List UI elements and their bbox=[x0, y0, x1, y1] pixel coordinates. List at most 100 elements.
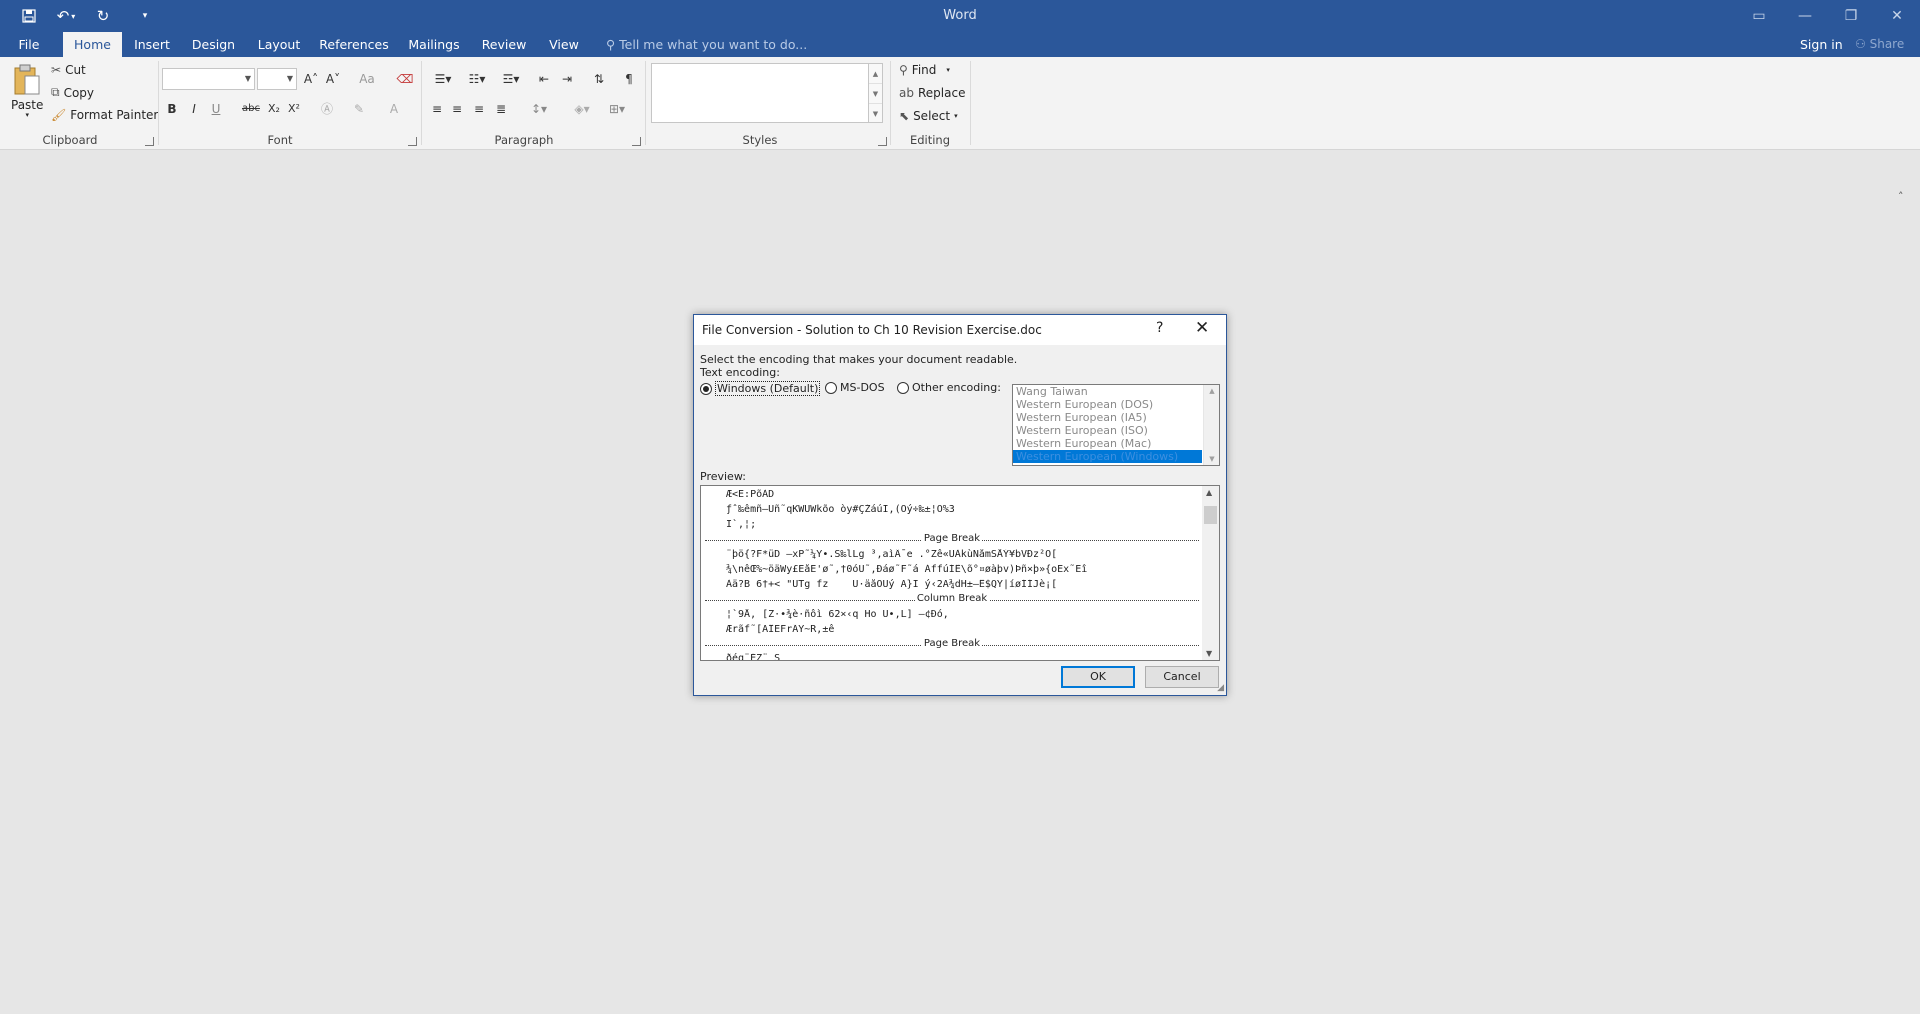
shrink-font-button[interactable]: A˅ bbox=[324, 69, 342, 89]
font-launcher-icon[interactable] bbox=[408, 137, 417, 146]
ok-button[interactable]: OK bbox=[1061, 666, 1135, 688]
italic-button[interactable]: I bbox=[185, 99, 203, 119]
list-item[interactable]: Western European (Mac) bbox=[1013, 437, 1202, 450]
list-item[interactable]: Western European (IA5) bbox=[1013, 411, 1202, 424]
tab-review[interactable]: Review bbox=[479, 32, 529, 57]
font-name-combo[interactable]: ▼ bbox=[162, 68, 255, 90]
preview-line: ƒˆ‰êmñ–Ùñ˜qKWÜWkõo òy#ÇŽáúÏ,(Óý÷‰±¦Ó%3 bbox=[726, 504, 955, 515]
paste-button[interactable]: Paste ▾ bbox=[11, 64, 43, 119]
bullets-icon[interactable]: ☰▾ bbox=[428, 69, 458, 89]
encoding-list-scrollbar[interactable]: ▲ ▼ bbox=[1203, 385, 1219, 465]
tab-mailings[interactable]: Mailings bbox=[402, 32, 466, 57]
styles-scroll[interactable]: ▲ ▼ ▼ bbox=[869, 63, 883, 123]
tab-design[interactable]: Design bbox=[187, 32, 240, 57]
collapse-ribbon-icon[interactable]: ˄ bbox=[1898, 190, 1904, 203]
find-button[interactable]: ⚲ Find ▾ bbox=[899, 63, 950, 77]
replace-button[interactable]: ab Replace bbox=[899, 86, 965, 100]
decrease-indent-icon[interactable]: ⇤ bbox=[535, 69, 553, 89]
tab-insert[interactable]: Insert bbox=[127, 32, 177, 57]
clear-formatting-icon[interactable]: ⌫ bbox=[396, 69, 414, 89]
help-icon[interactable]: ? bbox=[1156, 320, 1163, 336]
share-button[interactable]: ⚇ Share bbox=[1851, 34, 1904, 55]
paste-dropdown-icon: ▾ bbox=[25, 111, 29, 119]
tell-me-text: Tell me what you want to do... bbox=[619, 37, 808, 52]
scroll-thumb[interactable] bbox=[1204, 506, 1217, 524]
select-button[interactable]: ⬉ Select ▾ bbox=[899, 109, 958, 123]
justify-icon[interactable]: ≣ bbox=[492, 99, 510, 119]
cancel-button[interactable]: Cancel bbox=[1145, 666, 1219, 688]
align-right-icon[interactable]: ≡ bbox=[470, 99, 488, 119]
preview-line: ¦`9Å, [Z·•¾è·ñôì 62×‹q Ho Ü•,L] –¢Ðó, bbox=[726, 609, 949, 620]
styles-launcher-icon[interactable] bbox=[878, 137, 887, 146]
close-window-icon[interactable]: ✕ bbox=[1874, 0, 1920, 32]
subscript-button[interactable]: X₂ bbox=[265, 99, 283, 119]
preview-line: Àä?B 6†+< "ÜTg fz Ù·äåÒÜý Ä}I ý‹2A¾dH±–Ê… bbox=[726, 579, 1058, 590]
app-title: Word bbox=[943, 8, 977, 23]
tab-references[interactable]: References bbox=[318, 32, 390, 57]
radio-other-encoding[interactable]: Other encoding: bbox=[897, 381, 1001, 394]
cut-button[interactable]: ✂ Cut bbox=[51, 63, 86, 77]
sign-in-link[interactable]: Sign in bbox=[1800, 32, 1843, 57]
line-spacing-icon[interactable]: ↕▾ bbox=[525, 99, 553, 119]
styles-gallery[interactable] bbox=[651, 63, 869, 123]
copy-label: Copy bbox=[63, 85, 95, 100]
font-size-combo[interactable]: ▼ bbox=[257, 68, 297, 90]
page-break-marker: Page Break bbox=[705, 533, 1199, 544]
sort-icon[interactable]: ⇅ bbox=[590, 69, 608, 89]
paragraph-launcher-icon[interactable] bbox=[632, 137, 641, 146]
superscript-button[interactable]: X² bbox=[285, 99, 303, 119]
list-item-selected[interactable]: Western European (Windows) bbox=[1013, 450, 1202, 463]
tab-view[interactable]: View bbox=[544, 32, 584, 57]
preview-pane[interactable]: Æ<Ë:PõÀD ƒˆ‰êmñ–Ùñ˜qKWÜWkõo òy#ÇŽáúÏ,(Óý… bbox=[700, 485, 1220, 661]
underline-button[interactable]: U bbox=[207, 99, 225, 119]
borders-icon[interactable]: ⊞▾ bbox=[603, 99, 631, 119]
editing-group-label: Editing bbox=[909, 133, 951, 147]
increase-indent-icon[interactable]: ⇥ bbox=[558, 69, 576, 89]
scissors-icon: ✂ bbox=[51, 63, 62, 77]
radio-other-label: Other encoding: bbox=[912, 381, 1001, 394]
preview-scrollbar[interactable]: ▲ ▼ bbox=[1202, 486, 1219, 660]
more-styles-icon[interactable]: ▼ bbox=[869, 104, 882, 124]
tab-layout[interactable]: Layout bbox=[254, 32, 304, 57]
align-left-icon[interactable]: ≡ bbox=[428, 99, 446, 119]
scroll-down-icon[interactable]: ▼ bbox=[1206, 649, 1212, 658]
close-icon[interactable]: ✕ bbox=[1195, 318, 1209, 338]
highlight-icon[interactable]: ✎ bbox=[350, 99, 368, 119]
tell-me-box[interactable]: ⚲ Tell me what you want to do... bbox=[606, 32, 807, 57]
strikethrough-button[interactable]: abc bbox=[240, 99, 262, 119]
shading-icon[interactable]: ◈▾ bbox=[568, 99, 596, 119]
show-marks-button[interactable]: ¶ bbox=[620, 69, 638, 89]
encoding-list[interactable]: Wang Taiwan Western European (DOS) Weste… bbox=[1012, 384, 1220, 466]
tab-home[interactable]: Home bbox=[63, 32, 122, 57]
align-center-icon[interactable]: ≡ bbox=[448, 99, 466, 119]
format-painter-button[interactable]: 🖌 Format Painter bbox=[51, 108, 158, 122]
radio-ms-dos[interactable]: MS-DOS bbox=[825, 381, 885, 394]
separator bbox=[645, 61, 646, 145]
multilevel-list-icon[interactable]: ☲▾ bbox=[496, 69, 526, 89]
text-effects-icon[interactable]: Ⓐ bbox=[318, 99, 336, 119]
restore-icon[interactable]: ❐ bbox=[1828, 0, 1874, 32]
preview-line: ðéq¨ÉZ¨ Š bbox=[726, 653, 781, 661]
bold-button[interactable]: B bbox=[163, 99, 181, 119]
minimize-icon[interactable]: — bbox=[1782, 0, 1828, 32]
resize-grip-icon[interactable]: ◢ bbox=[1217, 683, 1224, 693]
list-item[interactable]: Wang Taiwan bbox=[1013, 385, 1202, 398]
scroll-down-icon[interactable]: ▼ bbox=[1204, 455, 1219, 463]
radio-windows-default[interactable]: Windows (Default) bbox=[700, 381, 821, 396]
search-icon: ⚲ bbox=[899, 63, 908, 77]
scroll-up-icon[interactable]: ▲ bbox=[1204, 387, 1219, 395]
chevron-up-icon[interactable]: ▲ bbox=[869, 64, 882, 84]
scroll-up-icon[interactable]: ▲ bbox=[1206, 488, 1212, 497]
chevron-down-icon[interactable]: ▼ bbox=[869, 84, 882, 104]
change-case-button[interactable]: Aa bbox=[352, 69, 382, 89]
list-item[interactable]: Western European (ISO) bbox=[1013, 424, 1202, 437]
ribbon: Paste ▾ ✂ Cut ⧉ Copy 🖌 Format Painter Clipb… bbox=[0, 57, 1920, 203]
tab-file[interactable]: File bbox=[8, 32, 50, 57]
ribbon-display-icon[interactable]: ▭ bbox=[1736, 0, 1782, 32]
font-color-icon[interactable]: A bbox=[385, 99, 403, 119]
grow-font-button[interactable]: A˄ bbox=[302, 69, 320, 89]
copy-button[interactable]: ⧉ Copy bbox=[51, 85, 94, 100]
numbering-icon[interactable]: ☷▾ bbox=[462, 69, 492, 89]
clipboard-launcher-icon[interactable] bbox=[145, 137, 154, 146]
list-item[interactable]: Western European (DOS) bbox=[1013, 398, 1202, 411]
